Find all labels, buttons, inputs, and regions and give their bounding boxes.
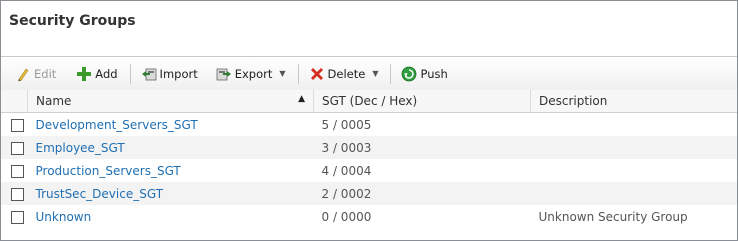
page-title: Security Groups [9,13,136,29]
export-label: Export [234,66,273,81]
row-name-link[interactable]: Employee_SGT [27,136,314,159]
row-description [530,136,737,159]
row-checkbox[interactable] [10,142,24,155]
row-description [531,113,738,137]
column-header-description[interactable]: Description [530,90,737,113]
delete-x-icon [309,66,325,82]
column-header-name-label: Name [36,94,72,108]
sort-ascending-icon: ▲ [298,94,305,104]
row-description [531,159,738,182]
plus-icon [76,66,92,82]
row-description [530,182,737,205]
import-label: Import [159,66,198,81]
row-sgt-value: 0 / 0000 [321,209,372,224]
row-name-link[interactable]: Unknown [28,205,314,228]
delete-button[interactable]: Delete ▼ [305,63,383,85]
import-button[interactable]: Import [137,63,202,85]
table-header-row: Name ▲ SGT (Dec / Hex) Description [1,90,737,113]
chevron-down-icon: ▼ [279,69,286,78]
row-name-link[interactable]: Development_Servers_SGT [28,113,314,137]
table-row[interactable]: Employee_SGT 3 / 0003 [1,136,737,159]
pencil-icon [15,66,31,82]
row-checkbox[interactable] [10,188,24,201]
row-checkbox[interactable] [10,165,24,178]
row-sgt-value: 4 / 0004 [321,163,372,178]
column-header-sgt[interactable]: SGT (Dec / Hex) [313,90,531,113]
row-sgt-value: 3 / 0003 [313,136,531,159]
row-checkbox[interactable] [10,119,24,132]
table-row[interactable]: Unknown 0 / 0000 Unknown Security Group [1,205,737,228]
row-sgt-value: 2 / 0002 [313,182,531,205]
edit-label: Edit [34,66,57,81]
toolbar-separator [390,63,392,84]
add-button[interactable]: Add [72,63,121,85]
edit-button[interactable]: Edit [11,63,60,85]
export-button[interactable]: Export ▼ [212,63,290,85]
add-label: Add [95,66,118,81]
row-name-link[interactable]: TrustSec_Device_SGT [27,182,314,205]
row-sgt-value: 5 / 0005 [321,117,372,132]
select-all-column [1,90,28,113]
delete-label: Delete [327,66,366,81]
table-row[interactable]: Production_Servers_SGT 4 / 0004 [1,159,737,182]
chevron-down-icon: ▼ [372,69,379,78]
column-header-name[interactable]: Name ▲ [27,90,314,113]
row-checkbox[interactable] [10,211,24,224]
security-groups-table: Name ▲ SGT (Dec / Hex) Description Devel… [1,90,737,228]
push-icon [401,66,417,82]
table-row[interactable]: TrustSec_Device_SGT 2 / 0002 [1,182,737,205]
push-label: Push [420,66,448,81]
push-button[interactable]: Push [397,63,451,85]
toolbar-separator [129,63,131,84]
toolbar: Edit Add Import Export ▼ Delete ▼ Push [1,56,737,91]
row-description: Unknown Security Group [538,209,688,224]
row-name-link[interactable]: Production_Servers_SGT [28,159,314,182]
table-row[interactable]: Development_Servers_SGT 5 / 0005 [1,113,737,137]
export-icon [216,66,232,82]
import-icon [141,66,157,82]
toolbar-separator [297,63,299,84]
security-groups-panel: Security Groups Edit Add Import Export ▼… [0,0,738,241]
